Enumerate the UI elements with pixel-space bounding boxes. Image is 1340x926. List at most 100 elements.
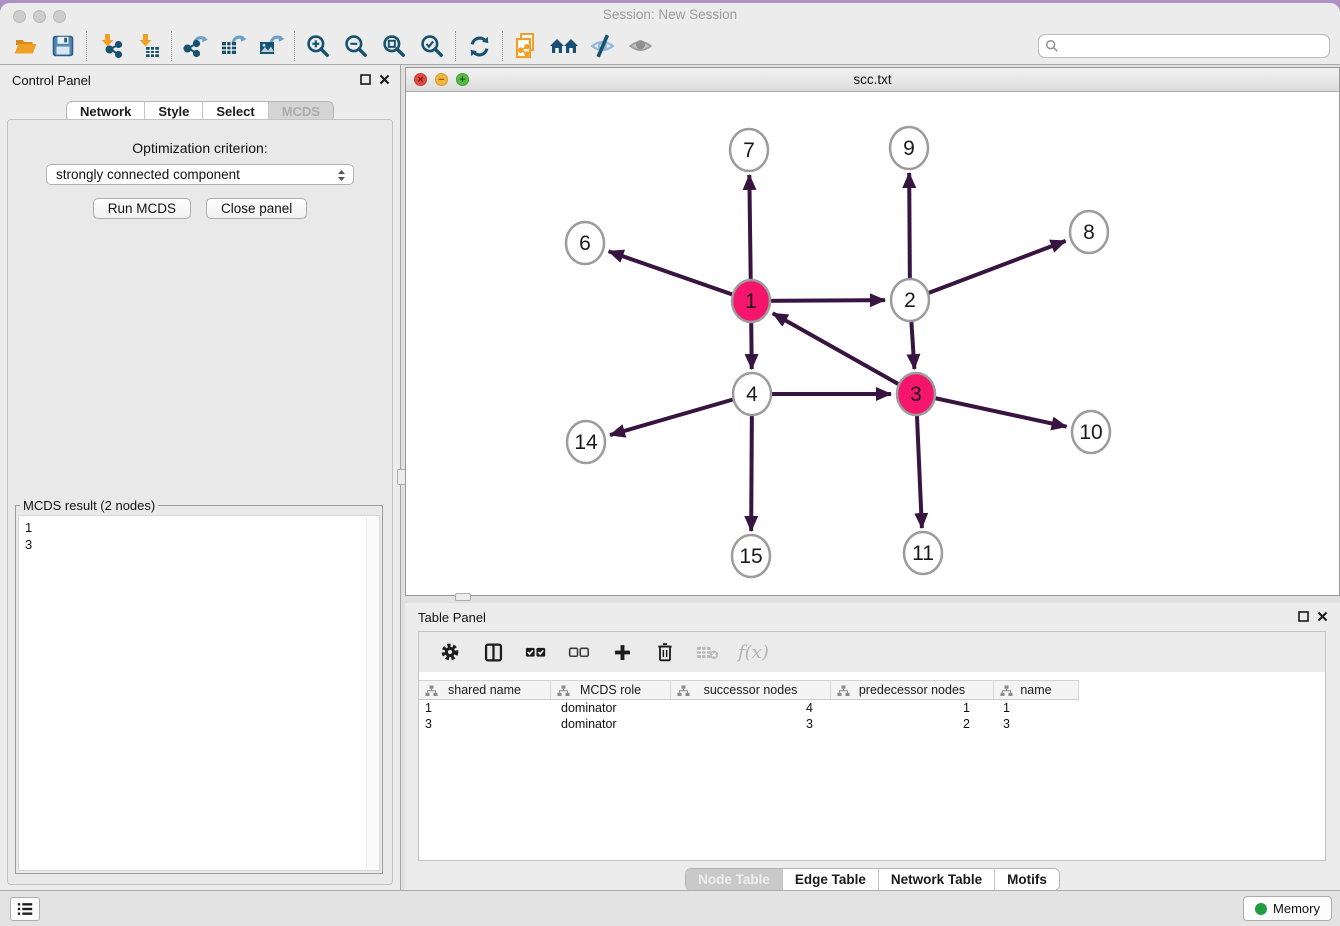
close-panel-icon[interactable] <box>1317 611 1328 622</box>
import-table-button[interactable] <box>129 31 167 61</box>
horizontal-splitter-handle[interactable] <box>455 593 471 601</box>
graph-node-14[interactable]: 14 <box>567 421 605 463</box>
table-panel-title: Table Panel <box>418 610 486 625</box>
memory-button[interactable]: Memory <box>1243 896 1332 921</box>
graph-edge-3-1[interactable] <box>773 313 916 394</box>
graph-node-3[interactable]: 3 <box>897 373 935 415</box>
mcds-result-title: MCDS result (2 nodes) <box>20 498 158 513</box>
network-window: scc.txt ×−+ 7 9 6 8 1 2 4 3 14 10 15 11 <box>405 67 1340 596</box>
network-close-button[interactable]: × <box>414 73 427 86</box>
table-cell[interactable]: 1 <box>831 701 994 717</box>
show-columns-button[interactable] <box>480 639 506 665</box>
network-title: scc.txt <box>406 72 1339 87</box>
table-cell[interactable]: 1 <box>994 701 1079 717</box>
zoom-selected-icon <box>419 33 445 59</box>
visibility-button[interactable] <box>621 31 659 61</box>
column-header-label: name <box>1020 683 1051 697</box>
graph-node-9[interactable]: 9 <box>890 127 928 169</box>
graph-node-label: 15 <box>739 545 762 568</box>
table-cell[interactable]: dominator <box>551 717 671 733</box>
optimization-select[interactable]: strongly connected component <box>46 164 354 185</box>
network-graph[interactable]: 7 9 6 8 1 2 4 3 14 10 15 11 <box>406 92 1339 595</box>
column-header-predecessor-nodes[interactable]: predecessor nodes <box>831 680 994 700</box>
delete-columns-button[interactable] <box>652 639 678 665</box>
graph-node-label: 1 <box>745 290 757 313</box>
run-mcds-button[interactable]: Run MCDS <box>93 198 191 219</box>
graph-node-8[interactable]: 8 <box>1070 211 1108 253</box>
zoom-out-button[interactable] <box>337 31 375 61</box>
graph-edge-1-6[interactable] <box>609 251 751 301</box>
export-table-button[interactable] <box>214 31 252 61</box>
result-scrollbar[interactable] <box>366 517 378 869</box>
zoom-selected-button[interactable] <box>413 31 451 61</box>
table-row[interactable]: 3dominator323 <box>419 717 1325 733</box>
graph-node-label: 6 <box>579 232 591 255</box>
table-cell[interactable]: 3 <box>419 717 551 733</box>
search-field <box>1038 34 1330 58</box>
create-column-button[interactable] <box>609 639 635 665</box>
save-session-icon <box>51 34 75 58</box>
delete-table-button[interactable] <box>695 639 721 665</box>
table-cell[interactable]: 2 <box>831 717 994 733</box>
tab-motifs[interactable]: Motifs <box>994 869 1059 890</box>
table-header-row: shared nameMCDS role successor nodes prede… <box>419 680 1079 700</box>
table-row[interactable]: 1dominator411 <box>419 701 1325 717</box>
function-builder-button[interactable]: f(x) <box>738 642 769 663</box>
graph-edge-2-8[interactable] <box>910 241 1066 300</box>
memory-status-icon <box>1255 903 1267 915</box>
show-networks-button[interactable] <box>545 31 583 61</box>
tab-edge-table[interactable]: Edge Table <box>782 869 878 890</box>
column-header-successor-nodes[interactable]: successor nodes <box>671 680 831 700</box>
clone-network-button[interactable] <box>507 31 545 61</box>
column-header-label: successor nodes <box>704 683 798 697</box>
export-network-button[interactable] <box>176 31 214 61</box>
column-header-shared-name[interactable]: shared name <box>419 680 551 700</box>
hide-style-button[interactable] <box>583 31 621 61</box>
table-cell[interactable]: 4 <box>671 701 831 717</box>
zoom-in-button[interactable] <box>299 31 337 61</box>
graph-edge-3-10[interactable] <box>916 394 1067 427</box>
graph-edge-4-14[interactable] <box>610 394 752 435</box>
column-header-MCDS-role[interactable]: MCDS role <box>551 680 671 700</box>
open-session-button[interactable] <box>6 31 44 61</box>
column-header-name[interactable]: name <box>994 680 1079 700</box>
delete-table-icon <box>696 644 720 661</box>
zoom-out-icon <box>343 33 369 59</box>
close-panel-icon[interactable] <box>379 74 390 85</box>
table-cell[interactable]: 3 <box>671 717 831 733</box>
graph-node-15[interactable]: 15 <box>732 535 770 577</box>
mcds-result-text[interactable]: 13 <box>18 515 380 871</box>
import-network-button[interactable] <box>91 31 129 61</box>
graph-node-label: 2 <box>904 289 916 312</box>
tab-node-table[interactable]: Node Table <box>686 869 782 890</box>
apply-layout-button[interactable] <box>460 31 498 61</box>
graph-node-6[interactable]: 6 <box>566 222 604 264</box>
table-cell[interactable]: 3 <box>994 717 1079 733</box>
close-panel-button[interactable]: Close panel <box>206 198 307 219</box>
network-zoom-button[interactable]: + <box>456 73 469 86</box>
zoom-fit-button[interactable] <box>375 31 413 61</box>
network-titlebar[interactable]: scc.txt ×−+ <box>406 68 1339 92</box>
save-session-button[interactable] <box>44 31 82 61</box>
export-image-button[interactable] <box>252 31 290 61</box>
graph-node-1[interactable]: 1 <box>732 280 770 322</box>
search-input[interactable] <box>1059 36 1329 56</box>
table-cell[interactable]: 1 <box>419 701 551 717</box>
network-minimize-button[interactable]: − <box>435 73 448 86</box>
gear-icon <box>439 641 461 663</box>
application-window: Session: New Session <box>0 3 1340 926</box>
select-all-columns-button[interactable] <box>523 639 549 665</box>
table-settings-button[interactable] <box>437 639 463 665</box>
graph-node-4[interactable]: 4 <box>733 373 771 415</box>
table-cell[interactable]: dominator <box>551 701 671 717</box>
graph-node-7[interactable]: 7 <box>730 129 768 171</box>
graph-node-2[interactable]: 2 <box>891 279 929 321</box>
graph-node-11[interactable]: 11 <box>904 532 942 574</box>
float-panel-icon[interactable] <box>360 74 371 85</box>
graph-node-10[interactable]: 10 <box>1072 411 1110 453</box>
float-panel-icon[interactable] <box>1298 611 1309 622</box>
deselect-all-columns-button[interactable] <box>566 639 592 665</box>
task-history-button[interactable] <box>10 897 40 921</box>
network-canvas[interactable]: 7 9 6 8 1 2 4 3 14 10 15 11 <box>406 92 1339 595</box>
tab-network-table[interactable]: Network Table <box>878 869 994 890</box>
